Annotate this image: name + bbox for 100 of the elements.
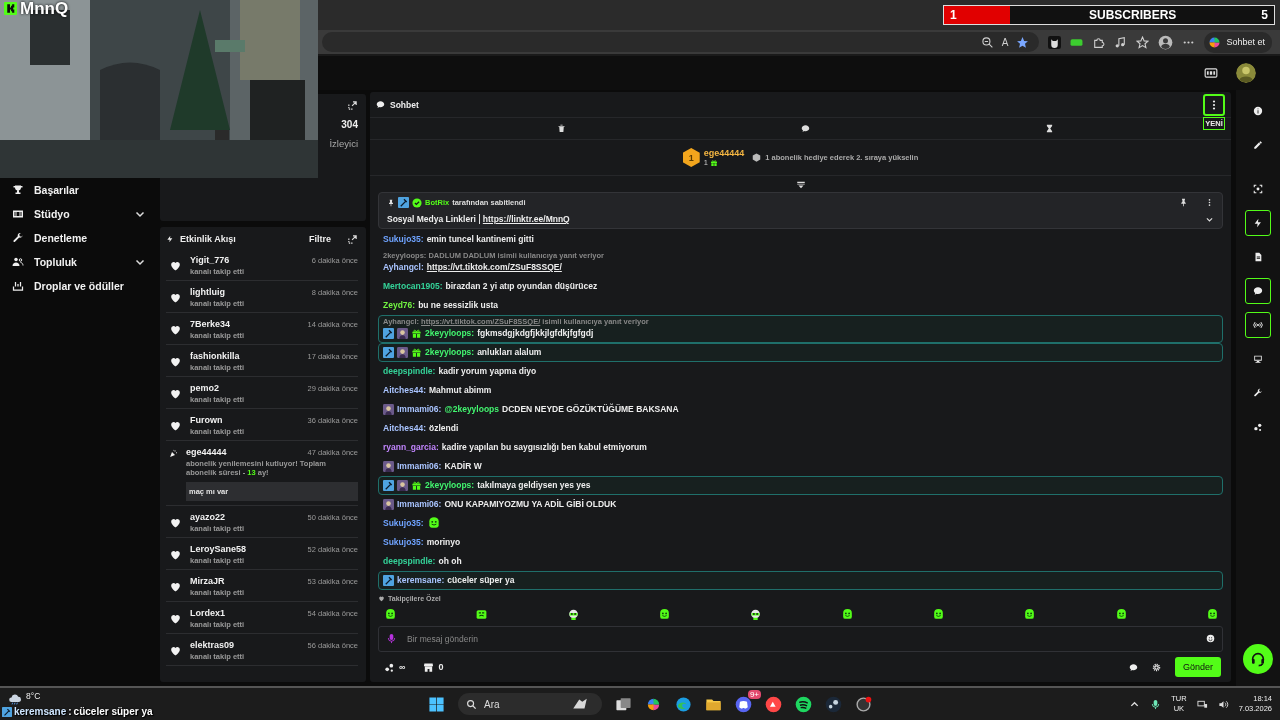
emoji-icon[interactable] bbox=[1206, 634, 1215, 643]
game-store-icon[interactable] bbox=[825, 695, 842, 713]
game-launcher-icon[interactable] bbox=[765, 695, 782, 713]
subscriber-badge-icon bbox=[397, 346, 408, 358]
browser-icon[interactable] bbox=[675, 695, 692, 713]
username: lightluig bbox=[190, 287, 225, 297]
username[interactable]: Zeyd76: bbox=[383, 300, 416, 310]
heart-icon bbox=[169, 516, 182, 529]
sidebar-item[interactable]: Topluluk bbox=[12, 250, 146, 274]
address-field[interactable]: A bbox=[322, 32, 1040, 52]
chat-app-icon[interactable] bbox=[735, 695, 752, 713]
username[interactable]: deepspindle: bbox=[383, 556, 436, 566]
chat-settings-icon[interactable] bbox=[1128, 662, 1138, 672]
emote-icon[interactable] bbox=[475, 608, 489, 621]
emote-icon[interactable] bbox=[1023, 608, 1037, 621]
subscriber-badge-icon bbox=[383, 460, 394, 472]
profile-icon[interactable] bbox=[1158, 34, 1174, 50]
search-field[interactable]: Ara bbox=[458, 693, 602, 715]
emote-icon[interactable] bbox=[1114, 608, 1128, 621]
emote-icon[interactable] bbox=[384, 608, 397, 621]
wrench-icon bbox=[12, 232, 24, 244]
task-view-icon[interactable] bbox=[615, 695, 632, 713]
username[interactable]: Immami06: bbox=[397, 461, 442, 471]
sidebar-item[interactable]: Droplar ve ödüller bbox=[12, 274, 146, 298]
zoom-out-icon[interactable] bbox=[980, 35, 994, 49]
username[interactable]: 2keyyloops: bbox=[425, 328, 475, 338]
collapse-icon[interactable] bbox=[795, 180, 806, 190]
username[interactable]: deepspindle: bbox=[383, 366, 436, 376]
sidebar-item[interactable]: Stüdyo bbox=[12, 202, 146, 226]
start-button[interactable] bbox=[428, 695, 445, 713]
points-value: ∞ bbox=[399, 662, 406, 672]
subscriber-badge-icon bbox=[383, 498, 394, 510]
emote-icon[interactable] bbox=[1205, 608, 1219, 621]
username[interactable]: 2keyyloops: bbox=[425, 480, 475, 490]
chat-icon[interactable] bbox=[1245, 278, 1271, 304]
username: ege44444 bbox=[703, 148, 745, 158]
viewer-label: İzleyici bbox=[329, 138, 358, 149]
message-text: Mahmut abimm bbox=[429, 385, 492, 395]
chat-icon[interactable] bbox=[801, 124, 810, 133]
hourglass-icon[interactable] bbox=[1044, 124, 1054, 133]
volume-icon[interactable] bbox=[1217, 698, 1229, 710]
badge-icon[interactable] bbox=[1204, 66, 1218, 80]
gifter-badge-icon bbox=[411, 327, 422, 339]
sidebar-item[interactable]: Denetleme bbox=[12, 226, 146, 250]
emote-icon[interactable] bbox=[931, 608, 945, 621]
link[interactable]: https://linktr.ee/MnnQ bbox=[482, 214, 570, 224]
read-aloud-button[interactable]: A bbox=[1001, 36, 1009, 48]
avatar[interactable] bbox=[1236, 63, 1256, 83]
app-icon[interactable] bbox=[855, 695, 872, 713]
trash-icon[interactable] bbox=[557, 124, 567, 133]
filter-button[interactable]: Filtre bbox=[309, 234, 331, 244]
username[interactable]: Sukujo35: bbox=[383, 234, 424, 244]
username[interactable]: 2keyyloops: bbox=[425, 347, 475, 357]
logo-icon bbox=[4, 2, 17, 15]
store-icon[interactable] bbox=[423, 661, 435, 673]
message-text: oh oh bbox=[438, 556, 462, 566]
network-icon[interactable] bbox=[1196, 698, 1208, 710]
link[interactable]: https://vt.tiktok.com/ZSuF8SSQE/ bbox=[426, 262, 562, 272]
unpin-icon[interactable] bbox=[1179, 198, 1188, 207]
popout-icon[interactable] bbox=[347, 233, 358, 245]
copilot-button[interactable]: Sohbet et bbox=[1204, 31, 1272, 53]
emote-icon[interactable] bbox=[566, 608, 580, 621]
username[interactable]: Sukujo35: bbox=[383, 537, 424, 547]
username[interactable]: Aitches44: bbox=[383, 423, 426, 433]
heart-icon bbox=[169, 580, 182, 593]
message-text: takılmaya geldiysen yes yes bbox=[477, 480, 591, 490]
drops-icon bbox=[12, 280, 24, 292]
emote-icon[interactable] bbox=[840, 608, 854, 621]
microphone-icon[interactable] bbox=[1150, 698, 1162, 710]
emote-icon[interactable] bbox=[749, 608, 763, 621]
username[interactable]: Immami06: bbox=[397, 499, 442, 509]
emote-icon[interactable] bbox=[658, 608, 671, 621]
extension-icon[interactable] bbox=[1048, 35, 1062, 49]
sidebar-item[interactable]: Başarılar bbox=[12, 178, 146, 202]
favorite-star-icon[interactable] bbox=[1016, 35, 1030, 49]
music-app-icon[interactable] bbox=[795, 695, 812, 713]
support-button[interactable] bbox=[1243, 644, 1273, 674]
heart-icon bbox=[169, 644, 182, 657]
mention[interactable]: @2keyyloops bbox=[444, 404, 499, 414]
message-text: özlendi bbox=[429, 423, 459, 433]
favorites-icon[interactable] bbox=[1136, 35, 1150, 49]
username[interactable]: Aitches44: bbox=[383, 385, 426, 395]
popout-icon[interactable] bbox=[347, 100, 358, 111]
media-icon[interactable] bbox=[1114, 35, 1128, 49]
username[interactable]: keremsane: bbox=[397, 575, 445, 585]
menu-button[interactable] bbox=[1203, 93, 1225, 116]
username[interactable]: ryann_garcia: bbox=[383, 442, 439, 452]
username[interactable]: Immami06: bbox=[397, 404, 442, 414]
toast-separator: : bbox=[68, 706, 72, 717]
username[interactable]: Sukujo35: bbox=[383, 518, 424, 528]
extensions-icon[interactable] bbox=[1092, 35, 1106, 49]
message-field[interactable]: Bir mesaj gönderin bbox=[378, 626, 1223, 652]
lightning-icon[interactable] bbox=[1245, 210, 1271, 236]
username[interactable]: Ayhangcl: bbox=[383, 262, 424, 272]
notification-badge: 9+ bbox=[747, 689, 761, 699]
panel-title: Sohbet bbox=[390, 99, 419, 110]
broadcast-icon[interactable] bbox=[1245, 312, 1271, 338]
settings-icon[interactable] bbox=[1151, 662, 1161, 672]
username[interactable]: Mertocan1905: bbox=[383, 281, 443, 291]
send-button[interactable]: Gönder bbox=[1174, 657, 1221, 677]
